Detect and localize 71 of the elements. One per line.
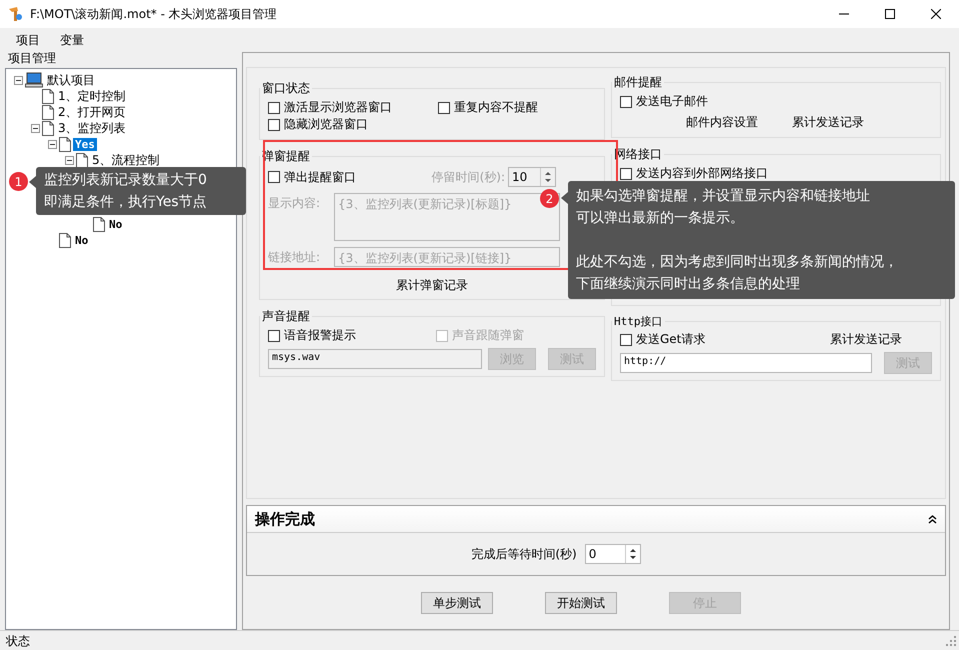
checkbox[interactable]	[438, 102, 450, 114]
tooltip-text: 即满足条件，执行Yes节点	[44, 193, 207, 212]
collapse-toggle[interactable]	[48, 140, 57, 148]
sound-file-field[interactable]: msys.wav	[268, 349, 482, 369]
checkbox[interactable]	[268, 171, 280, 183]
status-text: 状态	[6, 632, 30, 650]
tooltip-text: 可以弹出最新的一条提示。	[576, 209, 744, 228]
checkbox[interactable]	[620, 96, 632, 108]
action-button[interactable]: 开始测试	[545, 592, 617, 614]
tooltip-text: 此处不勾选，因为考虑到同时出现多条新闻的情况，	[576, 253, 898, 272]
document-icon	[59, 136, 71, 152]
tooltip-text: 监控列表新记录数量大于0	[44, 171, 207, 190]
collapse-toggle[interactable]	[65, 156, 74, 164]
field-label: 完成后等待时间(秒)	[471, 546, 577, 562]
menu-item[interactable]: 项目	[8, 32, 48, 48]
collapse-icon[interactable]	[928, 514, 937, 524]
mail-link[interactable]: 累计发送记录	[792, 114, 864, 131]
group-title: 窗口状态	[261, 80, 311, 97]
group-title: 邮件提醒	[613, 74, 663, 91]
collapse-toggle[interactable]	[14, 76, 23, 84]
action-button[interactable]: 单步测试	[421, 592, 493, 614]
tree-item[interactable]: No	[107, 218, 124, 230]
field-label: 显示内容:	[268, 195, 322, 212]
document-icon	[93, 216, 105, 232]
tree-item[interactable]: 2、打开网页	[56, 104, 128, 120]
menu-item[interactable]: 变量	[52, 32, 92, 48]
section-title: 操作完成	[255, 510, 315, 528]
checkbox[interactable]	[268, 118, 280, 130]
checkbox-label: 激活显示浏览器窗口	[284, 99, 392, 116]
checkbox-label: 隐藏浏览器窗口	[284, 116, 368, 133]
window-title: F:\MOT\滚动新闻.mot* - 木头浏览器项目管理	[30, 6, 278, 22]
checkbox[interactable]	[268, 330, 280, 342]
group-title: 声音提醒	[261, 308, 311, 325]
checkbox-label: 重复内容不提醒	[454, 99, 538, 116]
wait-time-spinner[interactable]: 0	[584, 544, 641, 564]
checkbox-label: 发送内容到外部网络接口	[636, 165, 768, 182]
tree-item[interactable]: 默认项目	[45, 72, 97, 88]
url-field[interactable]: http://	[620, 353, 872, 373]
mail-link[interactable]: 邮件内容设置	[686, 114, 758, 131]
checkbox-label: 发送电子邮件	[636, 93, 708, 110]
computer-icon	[25, 72, 43, 88]
stay-time-spinner[interactable]: 10	[508, 167, 556, 187]
document-icon	[59, 232, 71, 248]
document-icon	[42, 120, 54, 136]
tree-item[interactable]: 5、流程控制	[90, 152, 162, 168]
group-title: Http接口	[613, 314, 664, 329]
field-label: 链接地址:	[268, 249, 322, 266]
checkbox[interactable]	[268, 102, 280, 114]
tooltip-text: 如果勾选弹窗提醒，并设置显示内容和链接地址	[576, 187, 870, 206]
tree-item[interactable]: 1、定时控制	[56, 88, 128, 104]
http-record-link[interactable]: 累计发送记录	[830, 331, 902, 348]
document-icon	[42, 88, 54, 104]
app-icon	[8, 6, 24, 22]
tree-item[interactable]: Yes	[73, 138, 97, 150]
checkbox[interactable]	[620, 334, 632, 346]
collapse-toggle[interactable]	[31, 124, 40, 132]
tree-item[interactable]: 3、监控列表	[56, 120, 128, 136]
panel-title: 项目管理	[7, 50, 57, 67]
resize-grip-icon[interactable]	[946, 636, 956, 646]
maximize-icon	[885, 9, 895, 19]
document-icon	[42, 104, 54, 120]
checkbox-label: 声音跟随弹窗	[452, 327, 524, 344]
checkbox[interactable]	[620, 168, 632, 180]
tree-item[interactable]: No	[73, 234, 90, 246]
popup-record-link[interactable]: 累计弹窗记录	[396, 277, 468, 294]
close-icon	[931, 9, 941, 19]
checkbox-label: 发送Get请求	[636, 331, 706, 348]
checkbox-label: 语音报警提示	[284, 327, 356, 344]
checkbox-label: 弹出提醒窗口	[284, 168, 356, 186]
field-label: 停留时间(秒):	[432, 168, 505, 186]
tooltip-text: 下面继续演示同时出多条信息的处理	[576, 275, 800, 294]
